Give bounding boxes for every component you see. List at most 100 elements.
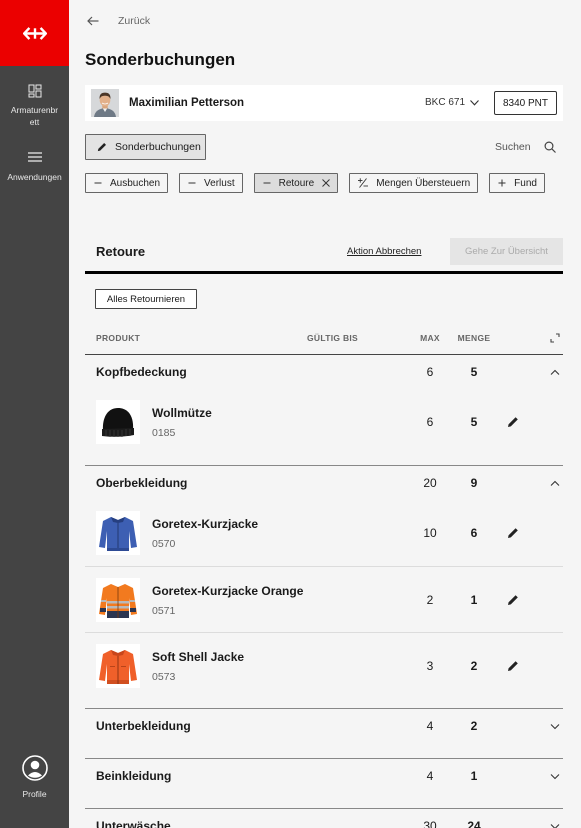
group-header[interactable]: Unterwäsche 30 24 <box>85 809 563 828</box>
product-name: Goretex-Kurzjacke <box>152 517 259 531</box>
product-max: 6 <box>426 415 434 429</box>
product-name: Wollmütze <box>152 406 212 420</box>
product-code: 0573 <box>152 671 176 683</box>
product-code: 0570 <box>152 538 176 550</box>
chip-fund[interactable]: Fund <box>489 173 545 193</box>
section-title: Retoure <box>96 244 146 259</box>
blue-jacket-image <box>96 511 140 555</box>
group-quantity: 24 <box>467 819 481 828</box>
sidebar-item-label: Anwendungen <box>7 172 62 182</box>
chevron-down-icon[interactable] <box>550 773 560 780</box>
orange-softshell-jacket-image <box>96 644 140 688</box>
product-name: Soft Shell Jacke <box>152 650 245 664</box>
arrow-left-icon[interactable] <box>87 16 99 26</box>
pencil-icon[interactable] <box>507 416 519 428</box>
group-header[interactable]: Beinkleidung 4 1 <box>85 759 563 793</box>
cancel-action-link[interactable]: Aktion Abbrechen <box>347 246 421 258</box>
beanie-image <box>96 400 140 444</box>
table-row: Soft Shell Jacke 0573 3 2 <box>85 632 563 698</box>
column-header-max: MAX <box>420 333 440 343</box>
search-icon[interactable] <box>544 141 556 153</box>
chevron-down-icon[interactable] <box>550 823 560 828</box>
user-name: Maximilian Petterson <box>129 97 245 109</box>
minus-icon <box>188 182 196 184</box>
dashboard-icon <box>28 84 41 98</box>
return-all-button[interactable]: Alles Retournieren <box>95 289 197 309</box>
avatar <box>91 89 119 117</box>
column-header-quantity: MENGE <box>457 333 491 343</box>
group-header[interactable]: Oberbekleidung 20 9 <box>85 466 563 500</box>
brand-logo[interactable] <box>0 0 69 66</box>
pencil-icon[interactable] <box>507 660 519 672</box>
product-max: 10 <box>423 526 437 540</box>
section-divider <box>85 271 563 274</box>
pencil-icon[interactable] <box>507 527 519 539</box>
group-name: Kopfbedeckung <box>96 365 187 379</box>
group-name: Unterbekleidung <box>96 719 191 733</box>
close-icon[interactable] <box>322 179 331 187</box>
chevron-up-icon[interactable] <box>550 480 560 487</box>
expand-icon[interactable] <box>550 333 560 343</box>
chip-label: Retoure <box>278 177 315 189</box>
chip-label: Fund <box>514 177 537 189</box>
sidebar-profile-label: Profile <box>22 789 47 799</box>
page-title: Sonderbuchungen <box>85 50 236 69</box>
column-header-valid-until: GÜLTIG BIS <box>307 333 359 343</box>
product-max: 3 <box>426 659 434 673</box>
group-header[interactable]: Unterbekleidung 4 2 <box>85 709 563 743</box>
group-max: 4 <box>426 719 434 733</box>
group-quantity: 9 <box>470 476 478 490</box>
sidebar-item-profile[interactable]: Profile <box>0 755 69 800</box>
chip-verlust[interactable]: Verlust <box>179 173 243 193</box>
table-group: Oberbekleidung 20 9 Goretex-Kurzjacke 05… <box>85 466 563 709</box>
product-code: 0185 <box>152 427 176 439</box>
pencil-icon <box>97 143 106 152</box>
plus-icon <box>498 179 506 187</box>
chip-label: Ausbuchen <box>110 177 161 189</box>
points-button[interactable]: 8340 PNT <box>494 91 557 115</box>
chevron-up-icon[interactable] <box>550 369 560 376</box>
mode-button-label: Sonderbuchungen <box>115 141 201 153</box>
table-group: Beinkleidung 4 1 <box>85 759 563 809</box>
table-body: Kopfbedeckung 6 5 Wollmütze 0185 6 5 Obe… <box>85 355 563 828</box>
pencil-icon[interactable] <box>507 594 519 606</box>
search-label[interactable]: Suchen <box>495 141 531 153</box>
product-quantity: 1 <box>470 593 478 607</box>
group-quantity: 2 <box>470 719 478 733</box>
sbb-logo-icon <box>22 26 47 40</box>
product-name: Goretex-Kurzjacke Orange <box>152 584 304 598</box>
cost-center-selector[interactable]: BKC 671 <box>425 85 465 121</box>
group-name: Unterwäsche <box>96 819 171 828</box>
product-quantity: 5 <box>470 415 478 429</box>
mode-button[interactable]: Sonderbuchungen <box>85 134 206 160</box>
table-row: Wollmütze 0185 6 5 <box>85 389 563 455</box>
chevron-down-icon[interactable] <box>470 100 479 106</box>
chip-label: Mengen Übersteuern <box>376 177 471 189</box>
chevron-down-icon[interactable] <box>550 723 560 730</box>
sidebar-item-dashboard[interactable]: Armaturenbrett <box>0 83 69 128</box>
back-link[interactable]: Zurück <box>118 15 150 27</box>
product-quantity: 6 <box>470 526 478 540</box>
table-group: Unterwäsche 30 24 <box>85 809 563 828</box>
chip-retoure[interactable]: Retoure <box>253 173 339 193</box>
table-group: Unterbekleidung 4 2 <box>85 709 563 759</box>
sidebar-item-label: Armaturenbrett <box>10 105 59 127</box>
group-name: Oberbekleidung <box>96 476 188 490</box>
group-header[interactable]: Kopfbedeckung 6 5 <box>85 355 563 389</box>
action-chips: Ausbuchen Verlust Retoure Mengen Überste… <box>85 173 545 193</box>
chip-ausbuchen[interactable]: Ausbuchen <box>85 173 169 193</box>
product-quantity: 2 <box>470 659 478 673</box>
group-name: Beinkleidung <box>96 769 172 783</box>
chip-mengen-uebersteuern[interactable]: Mengen Übersteuern <box>349 173 479 193</box>
product-max: 2 <box>426 593 434 607</box>
table-row: Goretex-Kurzjacke 0570 10 6 <box>85 500 563 566</box>
overview-button[interactable]: Gehe Zur Übersicht <box>450 238 563 265</box>
minus-icon <box>94 182 102 184</box>
profile-icon <box>21 755 48 781</box>
sidebar-item-applications[interactable]: Anwendungen <box>0 150 69 183</box>
group-quantity: 5 <box>470 365 478 379</box>
chip-label: Verlust <box>204 177 235 189</box>
hamburger-menu-icon <box>27 152 42 162</box>
group-max: 30 <box>423 819 437 828</box>
table-group: Kopfbedeckung 6 5 Wollmütze 0185 6 5 <box>85 355 563 466</box>
